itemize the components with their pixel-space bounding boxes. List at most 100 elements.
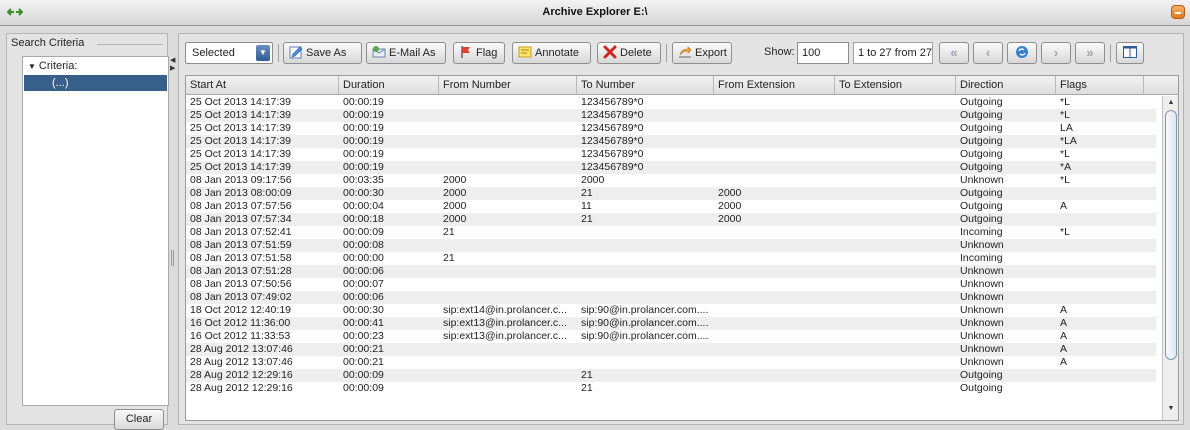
table-row[interactable]: 25 Oct 2013 14:17:39 00:00:19 123456789*0 O… — [186, 148, 1156, 161]
cell-from-extension — [714, 96, 835, 109]
save-as-button[interactable]: Save As — [283, 42, 362, 64]
calls-table[interactable]: Start At Duration From Number To Number … — [185, 75, 1179, 421]
column-header-from-number[interactable]: From Number — [439, 76, 577, 95]
clear-button[interactable]: Clear — [114, 409, 164, 430]
cell-start-at: 08 Jan 2013 07:51:59 — [190, 239, 292, 251]
toolbar-divider — [666, 44, 667, 62]
cell-direction: Unknown — [960, 278, 1004, 290]
table-row[interactable]: 28 Aug 2012 12:29:16 00:00:09 21 Outgoing — [186, 382, 1156, 395]
delete-button[interactable]: Delete — [597, 42, 661, 64]
cell-start-at: 25 Oct 2013 14:17:39 — [190, 96, 291, 108]
table-row[interactable]: 08 Jan 2013 09:17:56 00:03:35 2000 2000 Unkn… — [186, 174, 1156, 187]
column-header-to-number[interactable]: To Number — [577, 76, 714, 95]
cell-to-extension — [835, 369, 956, 382]
column-header-from-extension[interactable]: From Extension — [714, 76, 835, 95]
column-header-start-at[interactable]: Start At — [186, 76, 339, 95]
table-row[interactable]: 08 Jan 2013 08:00:09 00:00:30 2000 21 2000 Ou… — [186, 187, 1156, 200]
flag-button[interactable]: Flag — [453, 42, 505, 64]
first-page-button[interactable]: « — [939, 42, 969, 64]
cell-from-extension — [714, 265, 835, 278]
table-row[interactable]: 16 Oct 2012 11:33:53 00:00:23 sip:ext13@in… — [186, 330, 1156, 343]
previous-page-button[interactable]: ‹ — [973, 42, 1003, 64]
cell-duration: 00:00:21 — [343, 356, 384, 368]
cell-flags: A — [1060, 343, 1068, 355]
table-row[interactable]: 08 Jan 2013 07:49:02 00:00:06 Unknown — [186, 291, 1156, 304]
table-body: 25 Oct 2013 14:17:39 00:00:19 123456789*0 O… — [186, 96, 1156, 395]
cell-to-number: 123456789*0 — [581, 161, 644, 173]
table-row[interactable]: 25 Oct 2013 14:17:39 00:00:19 123456789*0 O… — [186, 135, 1156, 148]
cell-to-extension — [835, 135, 956, 148]
panel-splitter[interactable]: ◀ ▶ — [169, 28, 177, 430]
last-page-button[interactable]: » — [1075, 42, 1105, 64]
table-row[interactable]: 08 Jan 2013 07:51:28 00:00:06 Unknown — [186, 265, 1156, 278]
cell-to-extension — [835, 96, 956, 109]
cell-duration: 00:00:19 — [343, 135, 384, 147]
cell-from-extension — [714, 343, 835, 356]
table-row[interactable]: 18 Oct 2012 12:40:19 00:00:30 sip:ext14@in… — [186, 304, 1156, 317]
splitter-grip[interactable] — [171, 250, 174, 266]
next-page-button[interactable]: › — [1041, 42, 1071, 64]
page-size-input[interactable]: 100 — [797, 42, 849, 64]
table-row[interactable]: 25 Oct 2013 14:17:39 00:00:19 123456789*0 O… — [186, 109, 1156, 122]
cell-start-at: 16 Oct 2012 11:36:00 — [190, 317, 291, 329]
table-row[interactable]: 25 Oct 2013 14:17:39 00:00:19 123456789*0 O… — [186, 161, 1156, 174]
column-header-duration[interactable]: Duration — [339, 76, 439, 95]
collapse-left-icon[interactable]: ◀ — [170, 56, 175, 64]
minimize-button[interactable] — [1171, 5, 1185, 19]
table-row[interactable]: 08 Jan 2013 07:51:58 00:00:00 21 Incoming — [186, 252, 1156, 265]
email-as-button[interactable]: E-Mail As — [366, 42, 446, 64]
cell-from-number — [439, 122, 577, 135]
cell-flags: LA — [1060, 122, 1073, 134]
cell-to-number: 123456789*0 — [581, 135, 644, 147]
cell-duration: 00:00:08 — [343, 239, 384, 251]
column-header-flags[interactable]: Flags — [1056, 76, 1144, 95]
cell-from-extension — [714, 382, 835, 395]
table-row[interactable]: 08 Jan 2013 07:52:41 00:00:09 21 Incoming *L — [186, 226, 1156, 239]
table-row[interactable]: 08 Jan 2013 07:57:34 00:00:18 2000 21 2000 Ou… — [186, 213, 1156, 226]
table-row[interactable]: 28 Aug 2012 13:07:46 00:00:21 Unknown A — [186, 343, 1156, 356]
tree-root-criteria[interactable]: ▼ Criteria: — [28, 60, 77, 72]
cell-from-extension — [714, 135, 835, 148]
cell-duration: 00:00:07 — [343, 278, 384, 290]
expand-right-icon[interactable]: ▶ — [170, 64, 175, 72]
column-header-direction[interactable]: Direction — [956, 76, 1056, 95]
table-row[interactable]: 16 Oct 2012 11:36:00 00:00:41 sip:ext13@in… — [186, 317, 1156, 330]
cell-duration: 00:00:41 — [343, 317, 384, 329]
chevron-down-icon[interactable]: ▼ — [256, 45, 270, 61]
cell-flags — [1056, 213, 1144, 226]
table-row[interactable]: 08 Jan 2013 07:51:59 00:00:08 Unknown — [186, 239, 1156, 252]
cell-to-number: 123456789*0 — [581, 109, 644, 121]
toggle-detail-pane-button[interactable] — [1116, 42, 1144, 64]
cell-from-extension — [714, 122, 835, 135]
cell-from-number — [439, 265, 577, 278]
table-row[interactable]: 28 Aug 2012 12:29:16 00:00:09 21 Outgoing — [186, 369, 1156, 382]
cell-from-number: sip:ext14@in.prolancer.c... — [443, 304, 567, 316]
table-row[interactable]: 08 Jan 2013 07:50:56 00:00:07 Unknown — [186, 278, 1156, 291]
cell-from-number: sip:ext13@in.prolancer.c... — [443, 317, 567, 329]
cell-from-number: 2000 — [443, 187, 467, 199]
cell-to-number: sip:90@in.prolancer.com.... — [581, 317, 709, 329]
annotate-button[interactable]: Annotate — [512, 42, 591, 64]
vertical-scrollbar[interactable]: ▲ ▼ — [1162, 96, 1178, 420]
expand-triangle-icon[interactable]: ▼ — [28, 62, 36, 71]
table-row[interactable]: 08 Jan 2013 07:57:56 00:00:04 2000 11 2000 Ou… — [186, 200, 1156, 213]
criteria-tree[interactable]: ▼ Criteria: (...) — [22, 56, 169, 406]
cell-to-number — [577, 265, 714, 278]
cell-duration: 00:00:04 — [343, 200, 384, 212]
refresh-button[interactable] — [1007, 42, 1037, 64]
scroll-thumb[interactable] — [1165, 110, 1177, 360]
cell-to-extension — [835, 226, 956, 239]
cell-to-number — [577, 252, 714, 265]
export-button[interactable]: Export — [672, 42, 732, 64]
cell-direction: Outgoing — [960, 161, 1003, 173]
legend-divider — [97, 44, 163, 45]
table-row[interactable]: 25 Oct 2013 14:17:39 00:00:19 123456789*0 O… — [186, 96, 1156, 109]
cell-flags: *A — [1060, 161, 1072, 173]
table-row[interactable]: 28 Aug 2012 13:07:46 00:00:21 Unknown A — [186, 356, 1156, 369]
scroll-down-icon[interactable]: ▼ — [1165, 405, 1177, 417]
cell-to-number: 21 — [581, 382, 593, 394]
tree-item-placeholder[interactable]: (...) — [24, 75, 167, 91]
table-row[interactable]: 25 Oct 2013 14:17:39 00:00:19 123456789*0 O… — [186, 122, 1156, 135]
column-header-to-extension[interactable]: To Extension — [835, 76, 956, 95]
selection-dropdown[interactable]: Selected ▼ — [185, 42, 273, 64]
